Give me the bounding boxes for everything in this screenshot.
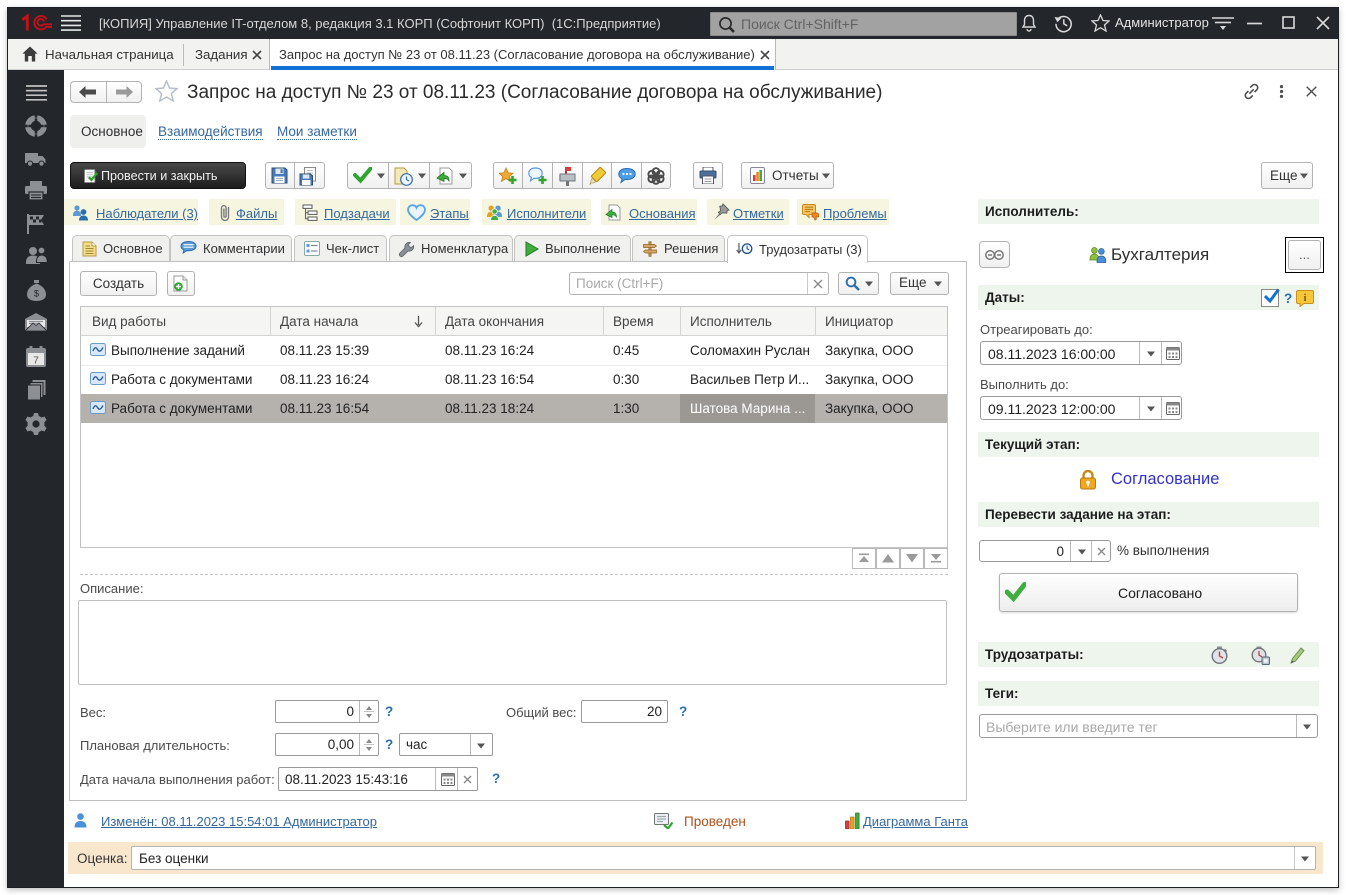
svg-text:i: i <box>1304 293 1307 304</box>
svg-text:$: $ <box>34 289 39 299</box>
svg-text:7: 7 <box>33 356 39 367</box>
